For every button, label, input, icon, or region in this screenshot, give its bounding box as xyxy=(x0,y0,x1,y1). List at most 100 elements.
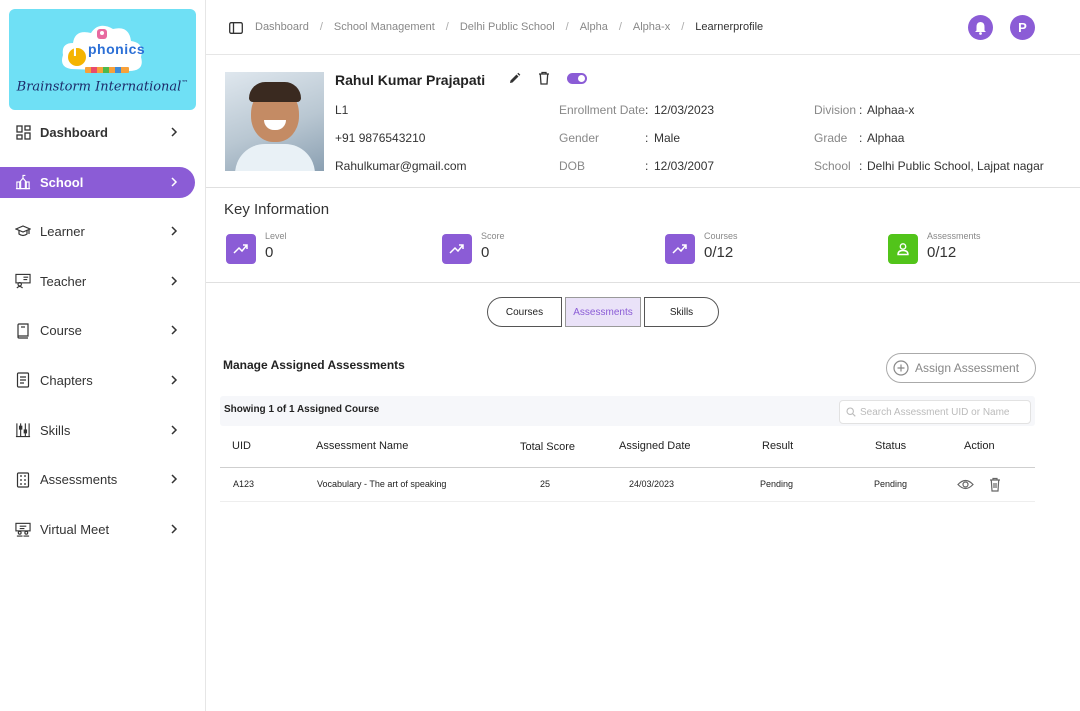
column-header-action: Action xyxy=(964,440,995,452)
document-icon xyxy=(15,372,31,389)
stat-value: 0 xyxy=(481,244,490,261)
colon: : xyxy=(859,159,863,173)
chevron-right-icon xyxy=(171,127,178,137)
book-icon xyxy=(15,323,31,339)
user-avatar[interactable]: P xyxy=(1010,15,1035,40)
tab-courses[interactable]: Courses xyxy=(487,297,562,327)
breadcrumb-division[interactable]: Alpha-x xyxy=(633,21,670,33)
column-header-name: Assessment Name xyxy=(316,440,409,452)
chevron-right-icon xyxy=(171,425,178,435)
delete-trash-icon[interactable] xyxy=(538,71,550,85)
topbar: Dashboard / School Management / Delhi Pu… xyxy=(206,0,1080,55)
gender-label: Gender xyxy=(559,131,600,145)
colon: : xyxy=(859,103,863,117)
enrollment-date-value: 12/03/2023 xyxy=(654,103,715,117)
dob-label: DOB xyxy=(559,159,586,173)
stat-label: Level xyxy=(265,231,287,241)
trending-up-icon xyxy=(226,234,256,264)
logo-initial: I xyxy=(73,43,77,59)
cell-assigned-date: 24/03/2023 xyxy=(629,479,675,489)
sidebar-nav: Dashboard School Learner Teacher Course … xyxy=(0,117,205,563)
column-header-result: Result xyxy=(762,440,794,452)
chevron-right-icon xyxy=(171,226,178,236)
cell-assessment-name: Vocabulary - The art of speaking xyxy=(317,479,447,489)
column-header-total-score: Total Score xyxy=(520,441,576,453)
breadcrumb-separator: / xyxy=(565,21,569,33)
assign-assessment-button[interactable]: Assign Assessment xyxy=(886,353,1036,383)
trending-up-icon xyxy=(442,234,472,264)
column-header-assigned-date: Assigned Date xyxy=(619,440,691,452)
meeting-icon xyxy=(15,521,31,537)
breadcrumb-current: Learnerprofile xyxy=(695,21,764,33)
stat-label: Score xyxy=(481,231,505,241)
search-icon xyxy=(846,407,856,417)
colon: : xyxy=(859,131,863,145)
column-header-status: Status xyxy=(875,440,907,452)
cell-uid: A123 xyxy=(233,479,255,489)
cell-result: Pending xyxy=(760,479,794,489)
grade-label: Grade xyxy=(814,131,848,145)
breadcrumb: Dashboard / School Management / Delhi Pu… xyxy=(255,21,763,33)
breadcrumb-school[interactable]: Delhi Public School xyxy=(460,21,555,33)
assessment-sheet-icon xyxy=(15,472,31,488)
colon: : xyxy=(645,103,649,117)
brand-logo[interactable]: I phonics Brainstorm International™ xyxy=(9,9,196,110)
chevron-right-icon xyxy=(171,524,178,534)
user-icon xyxy=(888,234,918,264)
active-status-toggle[interactable] xyxy=(567,73,587,84)
results-count: Showing 1 of 1 Assigned Course xyxy=(224,404,380,415)
section-title: Manage Assigned Assessments xyxy=(223,358,405,372)
chevron-right-icon xyxy=(171,276,178,286)
table-header: UID Assessment Name Total Score Assigned… xyxy=(220,430,1035,468)
stat-label: Courses xyxy=(704,231,738,241)
sidebar: I phonics Brainstorm International™ Dash… xyxy=(0,0,206,711)
sidebar-item-school[interactable]: School xyxy=(0,166,195,198)
key-information-title: Key Information xyxy=(224,201,330,218)
breadcrumb-dashboard[interactable]: Dashboard xyxy=(255,21,309,33)
stat-value: 0/12 xyxy=(704,244,734,261)
search-box xyxy=(839,400,1031,424)
stat-value: 0/12 xyxy=(927,244,957,261)
learner-level: L1 xyxy=(335,103,349,117)
breadcrumb-separator: / xyxy=(445,21,449,33)
learner-profile: Rahul Kumar Prajapati L1 +91 9876543210 … xyxy=(206,55,1080,188)
sidebar-item-virtual-meet[interactable]: Virtual Meet xyxy=(0,514,205,545)
sidebar-item-assessments[interactable]: Assessments xyxy=(0,464,205,495)
division-value: Alphaa-x xyxy=(867,103,915,117)
stat-label: Assessments xyxy=(927,231,981,241)
breadcrumb-school-management[interactable]: School Management xyxy=(334,21,435,33)
chevron-right-icon xyxy=(171,325,178,335)
sidebar-item-dashboard[interactable]: Dashboard xyxy=(0,117,205,148)
sidebar-item-teacher[interactable]: Teacher xyxy=(0,266,205,297)
search-input[interactable] xyxy=(860,406,1028,418)
dob-value: 12/03/2007 xyxy=(654,159,715,173)
school-building-icon xyxy=(15,174,31,190)
breadcrumb-separator: / xyxy=(319,21,323,33)
bell-icon xyxy=(975,21,986,35)
tab-skills[interactable]: Skills xyxy=(644,297,719,327)
sidebar-item-chapters[interactable]: Chapters xyxy=(0,365,205,396)
sidebar-item-learner[interactable]: Learner xyxy=(0,216,205,247)
learner-phone: +91 9876543210 xyxy=(335,131,426,145)
brand-name: Brainstorm International™ xyxy=(16,79,189,95)
learner-tabs: Courses Assessments Skills xyxy=(487,297,722,327)
learner-name: Rahul Kumar Prajapati xyxy=(335,72,486,88)
school-label: School xyxy=(814,159,851,173)
sidebar-toggle-icon[interactable] xyxy=(229,22,243,34)
sidebar-item-course[interactable]: Course xyxy=(0,315,205,346)
table-toolbar: Showing 1 of 1 Assigned Course xyxy=(220,396,1035,426)
colon: : xyxy=(645,131,649,145)
stat-value: 0 xyxy=(265,244,274,261)
teacher-board-icon xyxy=(15,273,31,289)
edit-pencil-icon[interactable] xyxy=(508,72,521,85)
colon: : xyxy=(645,159,649,173)
school-value: Delhi Public School, Lajpat nagar xyxy=(867,159,1044,173)
delete-trash-icon[interactable] xyxy=(989,477,1001,492)
view-eye-icon[interactable] xyxy=(957,478,974,491)
plus-circle-icon xyxy=(893,360,909,376)
notifications-button[interactable] xyxy=(968,15,993,40)
breadcrumb-grade[interactable]: Alpha xyxy=(580,21,608,33)
sidebar-item-skills[interactable]: Skills xyxy=(0,415,205,446)
learner-photo xyxy=(225,72,324,171)
tab-assessments[interactable]: Assessments xyxy=(565,297,641,327)
